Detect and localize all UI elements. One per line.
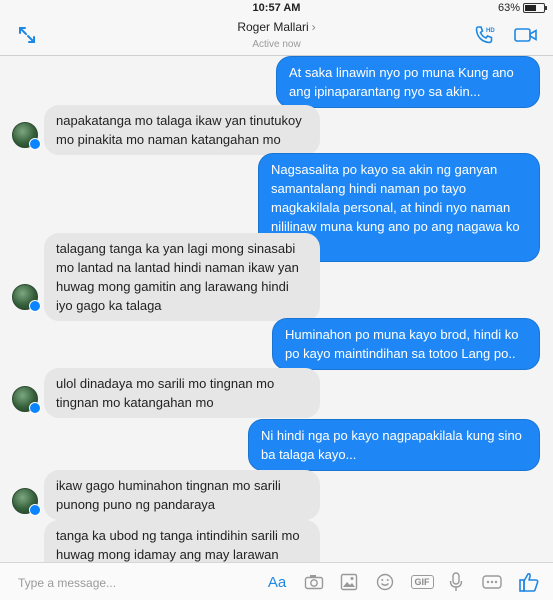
message-input[interactable] — [18, 573, 248, 593]
avatar[interactable] — [12, 386, 41, 414]
avatar[interactable] — [12, 122, 41, 150]
gif-button[interactable]: GIF — [408, 571, 436, 593]
camera-icon[interactable] — [302, 571, 326, 593]
microphone-icon[interactable] — [446, 571, 466, 593]
battery-percent: 63% — [497, 2, 520, 14]
battery-indicator: 63% — [497, 2, 547, 14]
gif-label: GIF — [410, 575, 434, 589]
message-thread[interactable]: At saka linawin nyo po muna Kung ano ang… — [0, 56, 553, 562]
avatar[interactable] — [12, 284, 41, 312]
outgoing-message[interactable]: Ni hindi nga po kayo nagpapakilala kung … — [248, 419, 540, 471]
avatar[interactable] — [12, 488, 41, 516]
svg-text:HD: HD — [486, 28, 495, 34]
contact-title[interactable]: Roger Mallari › Active now — [0, 18, 553, 50]
photo-gallery-icon[interactable] — [337, 571, 361, 593]
outgoing-message[interactable]: At saka linawin nyo po muna Kung ano ang… — [276, 56, 540, 108]
message-composer: Aa GIF — [0, 562, 553, 600]
chevron-right-icon: › — [311, 20, 316, 34]
more-icon[interactable] — [480, 571, 504, 593]
messenger-badge-icon — [29, 504, 41, 516]
conversation-header: Roger Mallari › Active now HD — [0, 16, 553, 56]
thumbs-up-icon[interactable] — [516, 571, 542, 593]
text-format-button[interactable]: Aa — [262, 571, 292, 593]
battery-icon — [523, 3, 547, 13]
emoji-icon[interactable] — [373, 571, 397, 593]
messenger-badge-icon — [29, 138, 41, 150]
active-status: Active now — [252, 39, 301, 50]
incoming-message[interactable]: ikaw gago huminahon tingnan mo sarili pu… — [44, 470, 320, 520]
incoming-message[interactable]: ulol dinadaya mo sarili mo tingnan mo ti… — [44, 368, 320, 418]
incoming-message[interactable]: napakatanga mo talaga ikaw yan tinutukoy… — [44, 105, 320, 155]
messenger-badge-icon — [29, 300, 41, 312]
battery-fill — [525, 5, 537, 11]
messenger-badge-icon — [29, 402, 41, 414]
outgoing-message[interactable]: Huminahon po muna kayo brod, hindi ko po… — [272, 318, 540, 370]
status-bar: 10:57 AM 63% — [0, 0, 553, 16]
contact-name[interactable]: Roger Mallari — [237, 20, 308, 34]
incoming-message[interactable]: tanga ka ubod ng tanga intindihin sarili… — [44, 520, 320, 562]
incoming-message[interactable]: talagang tanga ka yan lagi mong sinasabi… — [44, 233, 320, 321]
video-camera-icon[interactable] — [513, 26, 539, 44]
status-time: 10:57 AM — [252, 2, 301, 14]
phone-hd-icon[interactable]: HD — [473, 24, 495, 46]
